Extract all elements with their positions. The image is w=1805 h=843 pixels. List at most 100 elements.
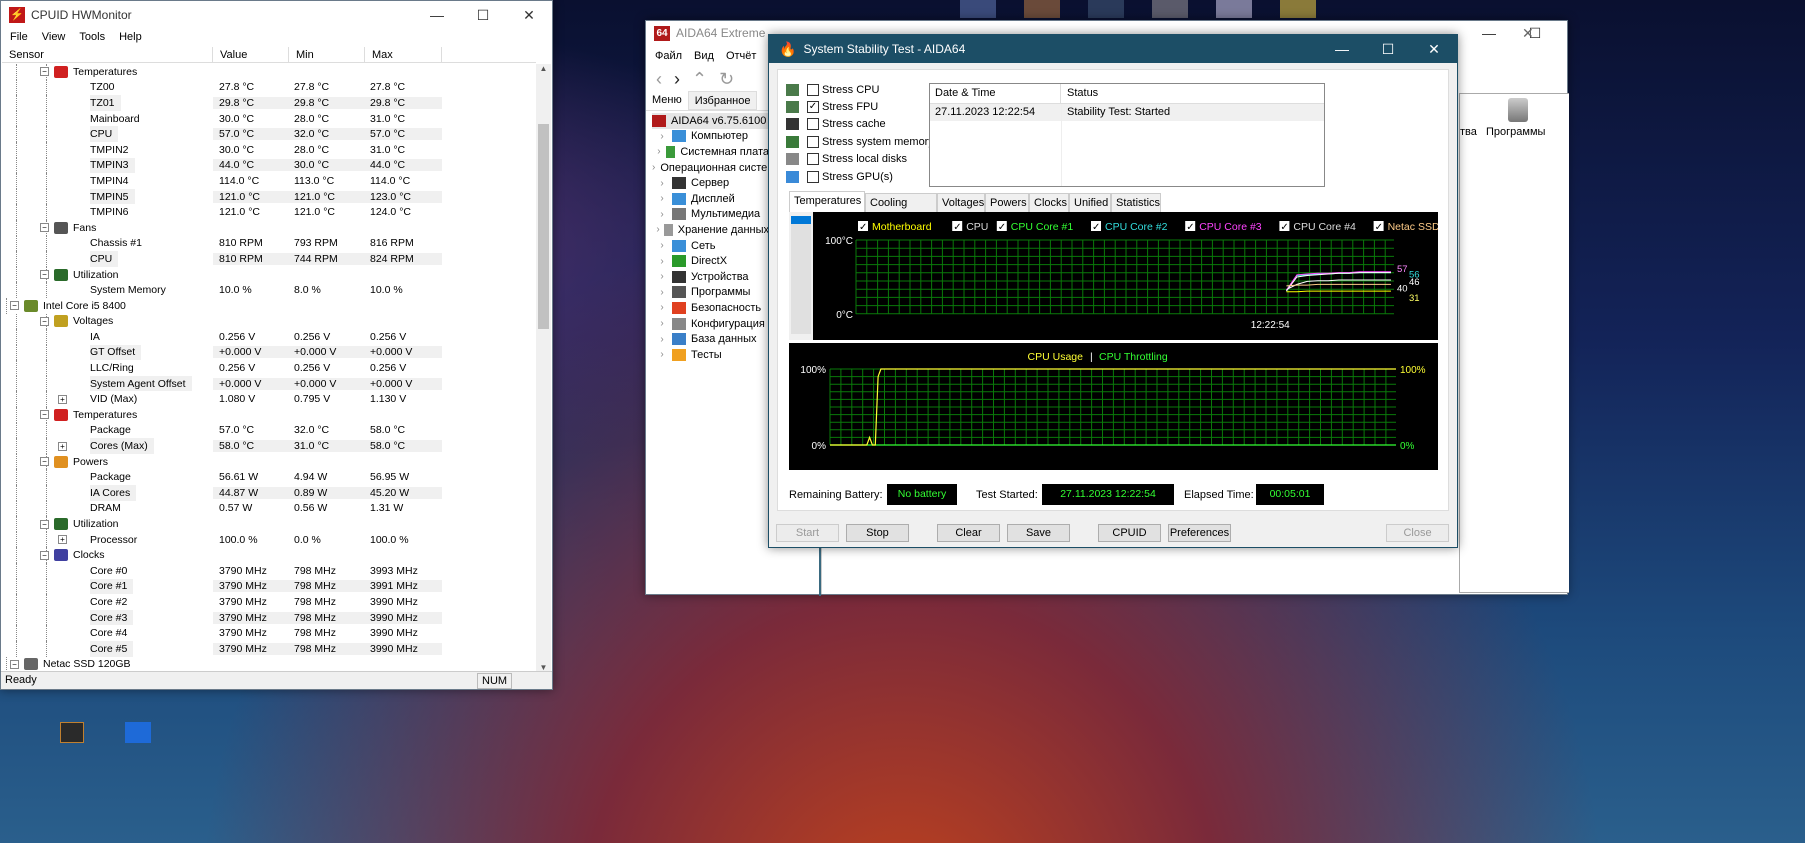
sensor-row[interactable]: TMPIN5 121.0 °C 121.0 °C 123.0 °C	[2, 188, 538, 205]
sensor-row[interactable]: TMPIN2 30.0 °C 28.0 °C 31.0 °C	[2, 141, 538, 158]
taskbar-icon[interactable]	[125, 722, 151, 743]
sensor-row[interactable]: + Processor 100.0 % 0.0 % 100.0 %	[2, 531, 538, 548]
cpuid-button[interactable]: CPUID	[1098, 524, 1161, 542]
collapse-toggle[interactable]: −	[40, 316, 49, 326]
chevron-right-icon[interactable]: ›	[652, 349, 672, 360]
tree-item-хранение-данных[interactable]: › Хранение данных	[652, 222, 769, 238]
collapse-toggle[interactable]: −	[40, 410, 49, 420]
column-min[interactable]: Min	[289, 47, 365, 62]
expand-toggle[interactable]: +	[58, 394, 67, 404]
maximize-button[interactable]: ☐	[460, 7, 506, 24]
tab-voltages[interactable]: Voltages	[937, 193, 985, 212]
sensor-group[interactable]: − Powers	[2, 453, 538, 470]
sensor-row[interactable]: TZ01 29.8 °C 29.8 °C 29.8 °C	[2, 95, 538, 111]
tree-item-мультимедиа[interactable]: › Мультимедиа	[652, 207, 769, 223]
sensor-row[interactable]: System Memory 10.0 % 8.0 % 10.0 %	[2, 282, 538, 298]
desktop-shortcut-icon[interactable]	[1216, 0, 1252, 18]
sensor-row[interactable]: CPU 810 RPM 744 RPM 824 RPM	[2, 251, 538, 267]
desktop-shortcut-icon[interactable]	[1088, 0, 1124, 18]
maximize-button[interactable]: ☐	[1512, 25, 1558, 42]
sensor-group[interactable]: − Utilization	[2, 266, 538, 283]
minimize-button[interactable]: —	[1466, 25, 1512, 41]
desktop-shortcut-icon[interactable]	[1152, 0, 1188, 18]
clear-button[interactable]: Clear	[937, 524, 1000, 542]
sensor-group[interactable]: − Voltages	[2, 313, 538, 330]
sensor-row[interactable]: DRAM 0.57 W 0.56 W 1.31 W	[2, 500, 538, 517]
minimize-button[interactable]: —	[1319, 41, 1365, 57]
sensor-group[interactable]: − Temperatures	[2, 407, 538, 423]
chevron-right-icon[interactable]: ›	[652, 287, 672, 298]
sensor-row[interactable]: TMPIN3 44.0 °C 30.0 °C 44.0 °C	[2, 157, 538, 174]
chevron-right-icon[interactable]: ›	[652, 256, 672, 267]
sensor-row[interactable]: + VID (Max) 1.080 V 0.795 V 1.130 V	[2, 391, 538, 408]
tree-item-сервер[interactable]: › Сервер	[652, 175, 769, 191]
taskbar-icon[interactable]	[60, 722, 84, 743]
menu-item[interactable]: Файл	[655, 50, 682, 62]
chevron-right-icon[interactable]: ›	[652, 334, 672, 345]
stress-option-stress-gpu-s[interactable]: Stress GPU(s)	[786, 168, 934, 185]
forward-icon[interactable]: ›	[674, 69, 680, 90]
tree-item-системная-плата[interactable]: › Системная плата	[652, 144, 769, 160]
tab-unified[interactable]: Unified	[1069, 193, 1111, 212]
chevron-right-icon[interactable]: ›	[652, 224, 664, 235]
sensor-row[interactable]: CPU 57.0 °C 32.0 °C 57.0 °C	[2, 126, 538, 142]
up-icon[interactable]: ⌃	[692, 69, 707, 90]
tab-menu[interactable]: Меню	[646, 91, 688, 110]
checkbox[interactable]	[807, 153, 819, 166]
sensor-row[interactable]: Mainboard 30.0 °C 28.0 °C 31.0 °C	[2, 110, 538, 127]
close-button[interactable]: ✕	[1411, 41, 1457, 58]
tree-item-конфигурация[interactable]: › Конфигурация	[652, 316, 769, 332]
tree-item-база-данных[interactable]: › База данных	[652, 331, 769, 347]
sensor-row[interactable]: TZ00 27.8 °C 27.8 °C 27.8 °C	[2, 79, 538, 96]
sensor-group[interactable]: − Clocks	[2, 547, 538, 563]
menu-view[interactable]: View	[42, 31, 66, 43]
sensor-row[interactable]: Package 56.61 W 4.94 W 56.95 W	[2, 469, 538, 486]
tree-item-операционная-система[interactable]: › Операционная система	[652, 160, 769, 176]
dialog-titlebar[interactable]: 🔥 System Stability Test - AIDA64 — ☐ ✕	[769, 35, 1457, 63]
expand-toggle[interactable]: +	[58, 441, 67, 451]
tab-temperatures[interactable]: Temperatures	[789, 191, 865, 212]
chevron-right-icon[interactable]: ›	[652, 146, 666, 157]
sensor-group[interactable]: − Netac SSD 120GB	[2, 656, 538, 673]
column-max[interactable]: Max	[365, 47, 442, 62]
start-button[interactable]: Start	[776, 524, 839, 542]
sensor-row[interactable]: Core #3 3790 MHz 798 MHz 3990 MHz	[2, 609, 538, 626]
stress-option-stress-local-disks[interactable]: Stress local disks	[786, 151, 934, 168]
checkbox[interactable]	[807, 118, 819, 131]
stress-option-stress-cache[interactable]: Stress cache	[786, 116, 934, 133]
sensor-row[interactable]: Core #1 3790 MHz 798 MHz 3991 MHz	[2, 578, 538, 595]
sensor-row[interactable]: TMPIN6 121.0 °C 121.0 °C 124.0 °C	[2, 204, 538, 220]
sensor-group[interactable]: − Temperatures	[2, 64, 538, 80]
menu-file[interactable]: File	[10, 31, 28, 43]
checkbox[interactable]	[807, 170, 819, 183]
tab-powers[interactable]: Powers	[985, 193, 1029, 212]
tab-favorites[interactable]: Избранное	[687, 91, 758, 110]
collapse-toggle[interactable]: −	[40, 550, 49, 560]
back-icon[interactable]: ‹	[656, 69, 662, 90]
menu-help[interactable]: Help	[119, 31, 142, 43]
chevron-right-icon[interactable]: ›	[652, 302, 672, 313]
tree-item-тесты[interactable]: › Тесты	[652, 347, 769, 363]
chevron-right-icon[interactable]: ›	[652, 193, 672, 204]
stress-option-stress-system-memory[interactable]: Stress system memory	[786, 133, 934, 150]
desktop-shortcut-icon[interactable]	[1024, 0, 1060, 18]
checkbox[interactable]: ✓	[807, 101, 819, 114]
chevron-right-icon[interactable]: ›	[652, 240, 672, 251]
collapse-toggle[interactable]: −	[40, 519, 49, 529]
sensor-row[interactable]: Package 57.0 °C 32.0 °C 58.0 °C	[2, 422, 538, 439]
programs-cd-icon[interactable]	[1508, 98, 1528, 122]
tab-cooling-fans[interactable]: Cooling Fans	[865, 193, 937, 227]
graph-scroll-track[interactable]	[791, 216, 811, 334]
collapse-toggle[interactable]: −	[40, 270, 49, 280]
chevron-right-icon[interactable]: ›	[652, 271, 672, 282]
desktop-shortcut-icon[interactable]	[1280, 0, 1316, 18]
sensor-row[interactable]: IA Cores 44.87 W 0.89 W 45.20 W	[2, 485, 538, 501]
sensor-row[interactable]: GT Offset +0.000 V +0.000 V +0.000 V	[2, 344, 538, 361]
sensor-row[interactable]: Chassis #1 810 RPM 793 RPM 816 RPM	[2, 235, 538, 252]
desktop-shortcut-icon[interactable]	[960, 0, 996, 18]
tab-clocks[interactable]: Clocks	[1029, 193, 1069, 212]
checkbox[interactable]	[807, 83, 819, 96]
chevron-right-icon[interactable]: ›	[652, 209, 672, 220]
column-value[interactable]: Value	[213, 47, 289, 62]
checkbox[interactable]	[807, 135, 819, 148]
